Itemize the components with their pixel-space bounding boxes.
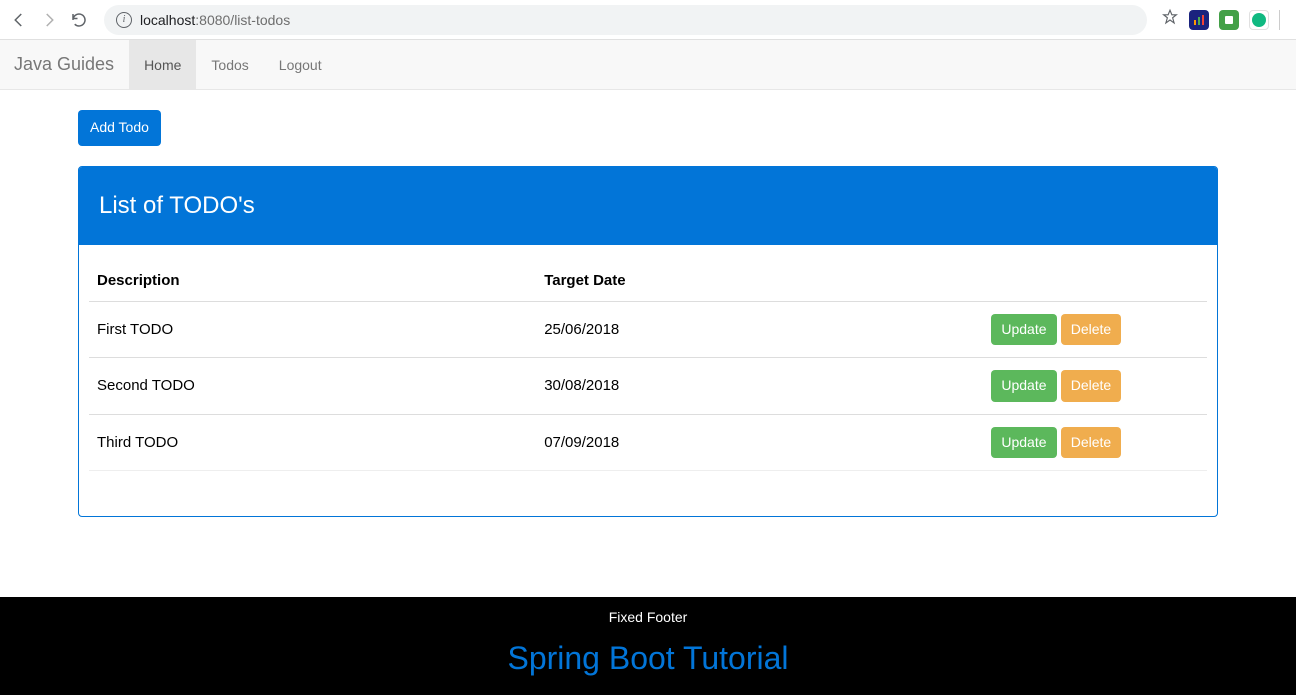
- table-row: Third TODO07/09/2018Update Delete: [89, 414, 1207, 471]
- url-host: localhost: [140, 12, 195, 28]
- todo-description: Second TODO: [89, 358, 536, 415]
- add-todo-button[interactable]: Add Todo: [78, 110, 161, 146]
- delete-button[interactable]: Delete: [1061, 427, 1121, 459]
- navbar-brand[interactable]: Java Guides: [8, 40, 129, 89]
- bookmark-star-icon[interactable]: [1161, 8, 1179, 31]
- todo-description: First TODO: [89, 301, 536, 358]
- browser-toolbar: i localhost:8080/list-todos: [0, 0, 1296, 40]
- panel-body: Description Target Date First TODO25/06/…: [79, 245, 1217, 487]
- address-bar[interactable]: i localhost:8080/list-todos: [104, 5, 1147, 35]
- extension-icon-1[interactable]: [1189, 10, 1209, 30]
- main-container: Add Todo List of TODO's Description Targ…: [78, 90, 1218, 517]
- footer-label: Fixed Footer: [0, 609, 1296, 625]
- toolbar-divider: [1279, 10, 1280, 30]
- url-path: :8080/list-todos: [195, 12, 290, 28]
- reload-button[interactable]: [68, 9, 90, 31]
- forward-button[interactable]: [38, 9, 60, 31]
- nav-link-home[interactable]: Home: [129, 40, 196, 89]
- col-header-description: Description: [89, 260, 536, 302]
- extension-icon-2[interactable]: [1219, 10, 1239, 30]
- update-button[interactable]: Update: [991, 427, 1056, 459]
- delete-button[interactable]: Delete: [1061, 314, 1121, 346]
- panel-title: List of TODO's: [99, 192, 1197, 220]
- footer-title[interactable]: Spring Boot Tutorial: [0, 640, 1296, 677]
- panel-heading: List of TODO's: [79, 167, 1217, 245]
- todo-target-date: 30/08/2018: [536, 358, 983, 415]
- todo-panel: List of TODO's Description Target Date F…: [78, 166, 1218, 518]
- update-button[interactable]: Update: [991, 370, 1056, 402]
- update-button[interactable]: Update: [991, 314, 1056, 346]
- table-row: Second TODO30/08/2018Update Delete: [89, 358, 1207, 415]
- col-header-target-date: Target Date: [536, 260, 983, 302]
- url-text: localhost:8080/list-todos: [140, 12, 290, 28]
- extension-icon-3[interactable]: [1249, 10, 1269, 30]
- fixed-footer: Fixed Footer Spring Boot Tutorial: [0, 597, 1296, 695]
- toolbar-right: [1161, 8, 1288, 31]
- site-info-icon[interactable]: i: [116, 12, 132, 28]
- todo-description: Third TODO: [89, 414, 536, 471]
- app-navbar: Java Guides Home Todos Logout: [0, 40, 1296, 90]
- col-header-actions: [983, 260, 1207, 302]
- nav-link-todos[interactable]: Todos: [196, 40, 263, 89]
- todo-target-date: 25/06/2018: [536, 301, 983, 358]
- delete-button[interactable]: Delete: [1061, 370, 1121, 402]
- todo-table: Description Target Date First TODO25/06/…: [89, 260, 1207, 472]
- nav-link-logout[interactable]: Logout: [264, 40, 337, 89]
- back-button[interactable]: [8, 9, 30, 31]
- table-row: First TODO25/06/2018Update Delete: [89, 301, 1207, 358]
- todo-target-date: 07/09/2018: [536, 414, 983, 471]
